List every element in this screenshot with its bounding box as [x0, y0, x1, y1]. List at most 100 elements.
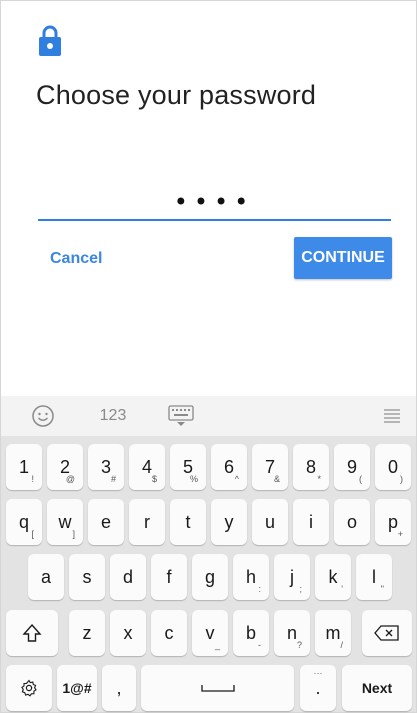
shift-arrow-icon [22, 623, 42, 642]
key-hint: " [380, 584, 384, 594]
key-s[interactable]: s [69, 554, 105, 600]
key-label: j [290, 566, 294, 587]
key-h[interactable]: h: [233, 554, 269, 600]
password-input-underline [38, 219, 391, 221]
period-key-label: . [315, 677, 321, 698]
continue-button[interactable]: CONTINUE [294, 237, 392, 279]
shift-key[interactable] [6, 610, 58, 656]
keyboard-hide-icon [168, 405, 194, 426]
keyboard-toolbar: 123 [1, 396, 416, 436]
key-label: n [286, 622, 297, 643]
key-hint: - [258, 640, 261, 650]
settings-key[interactable] [6, 665, 52, 711]
key-label: k [328, 566, 338, 587]
key-t[interactable]: t [170, 499, 206, 545]
key-w[interactable]: w] [47, 499, 83, 545]
key-hint: [ [31, 529, 34, 539]
backspace-key[interactable] [362, 610, 412, 656]
key-6[interactable]: 6 ^ [211, 444, 247, 490]
key-hint: + [397, 529, 403, 539]
key-b[interactable]: b- [233, 610, 269, 656]
key-label: 0 [387, 456, 398, 477]
key-4[interactable]: 4 $ [129, 444, 165, 490]
key-label: o [346, 511, 357, 532]
key-hint: _ [214, 640, 220, 650]
key-hint: : [258, 584, 261, 594]
key-label: a [40, 566, 51, 587]
key-7[interactable]: 7 & [252, 444, 288, 490]
key-0[interactable]: 0) [375, 444, 411, 490]
key-i[interactable]: i [293, 499, 329, 545]
key-label: r [144, 511, 150, 532]
key-label: l [372, 566, 376, 587]
key-label: 1 [18, 456, 29, 477]
key-5[interactable]: 5% [170, 444, 206, 490]
key-hint: ! [31, 474, 34, 484]
key-label: 9 [346, 456, 357, 477]
key-m[interactable]: m / [315, 610, 351, 656]
key-hint: / [340, 640, 343, 650]
soft-keyboard: 123 1! 2 @3 #4 $5% 6 ^ 7 & 8 * 9(0) q[w] e r t y u i o p + [1, 396, 416, 712]
lock-icon [39, 25, 61, 56]
emoji-button[interactable] [25, 396, 61, 436]
key-label: y [224, 511, 234, 532]
key-z[interactable]: z [69, 610, 105, 656]
menu-lines-icon [384, 409, 400, 423]
key-label: 4 [141, 456, 152, 477]
key-q[interactable]: q[ [6, 499, 42, 545]
key-label: z [82, 622, 92, 643]
key-r[interactable]: r [129, 499, 165, 545]
key-c[interactable]: c [151, 610, 187, 656]
key-p[interactable]: p + [375, 499, 411, 545]
period-key[interactable]: ··· . [300, 665, 336, 711]
key-label: g [204, 566, 215, 587]
key-hint: % [189, 474, 198, 484]
key-d[interactable]: d [110, 554, 146, 600]
numbers-mode-button[interactable]: 123 [91, 396, 135, 436]
key-hint: & [273, 474, 280, 484]
key-g[interactable]: g [192, 554, 228, 600]
key-hint: * [317, 474, 321, 484]
key-hint: $ [151, 474, 157, 484]
space-key[interactable] [141, 665, 294, 711]
key-k[interactable]: k ' [315, 554, 351, 600]
key-label: p [387, 511, 398, 532]
key-o[interactable]: o [334, 499, 370, 545]
key-label: v [205, 622, 215, 643]
comma-key[interactable]: , [102, 665, 136, 711]
key-a[interactable]: a [28, 554, 64, 600]
key-f[interactable]: f [151, 554, 187, 600]
key-j[interactable]: j; [274, 554, 310, 600]
key-label: 6 [223, 456, 234, 477]
key-hint: ; [299, 584, 302, 594]
next-key[interactable]: Next [342, 665, 412, 711]
key-x[interactable]: x [110, 610, 146, 656]
key-label: t [185, 511, 191, 532]
keyboard-keys: 1! 2 @3 #4 $5% 6 ^ 7 & 8 * 9(0) q[w] e r t y u i o p + asdfg… [1, 436, 416, 712]
menu-button[interactable] [377, 396, 407, 436]
key-v[interactable]: v _ [192, 610, 228, 656]
key-8[interactable]: 8 * [293, 444, 329, 490]
key-2[interactable]: 2 @ [47, 444, 83, 490]
key-e[interactable]: e [88, 499, 124, 545]
key-hint: ? [296, 640, 302, 650]
key-l[interactable]: l " [356, 554, 392, 600]
key-hint: @ [65, 474, 75, 484]
key-label: h [245, 566, 256, 587]
key-label: m [325, 622, 341, 643]
key-u[interactable]: u [252, 499, 288, 545]
key-3[interactable]: 3 # [88, 444, 124, 490]
key-n[interactable]: n? [274, 610, 310, 656]
cancel-button[interactable]: Cancel [50, 250, 102, 268]
symbols-key[interactable]: 1@# [57, 665, 97, 711]
key-y[interactable]: y [211, 499, 247, 545]
backspace-icon [374, 625, 399, 641]
hide-keyboard-button[interactable] [163, 396, 199, 436]
key-1[interactable]: 1! [6, 444, 42, 490]
password-input[interactable]: •••• [38, 188, 390, 216]
key-hint: ( [359, 474, 362, 484]
key-label: i [309, 511, 313, 532]
key-9[interactable]: 9( [334, 444, 370, 490]
gear-icon [21, 679, 37, 697]
key-label: c [164, 622, 174, 643]
